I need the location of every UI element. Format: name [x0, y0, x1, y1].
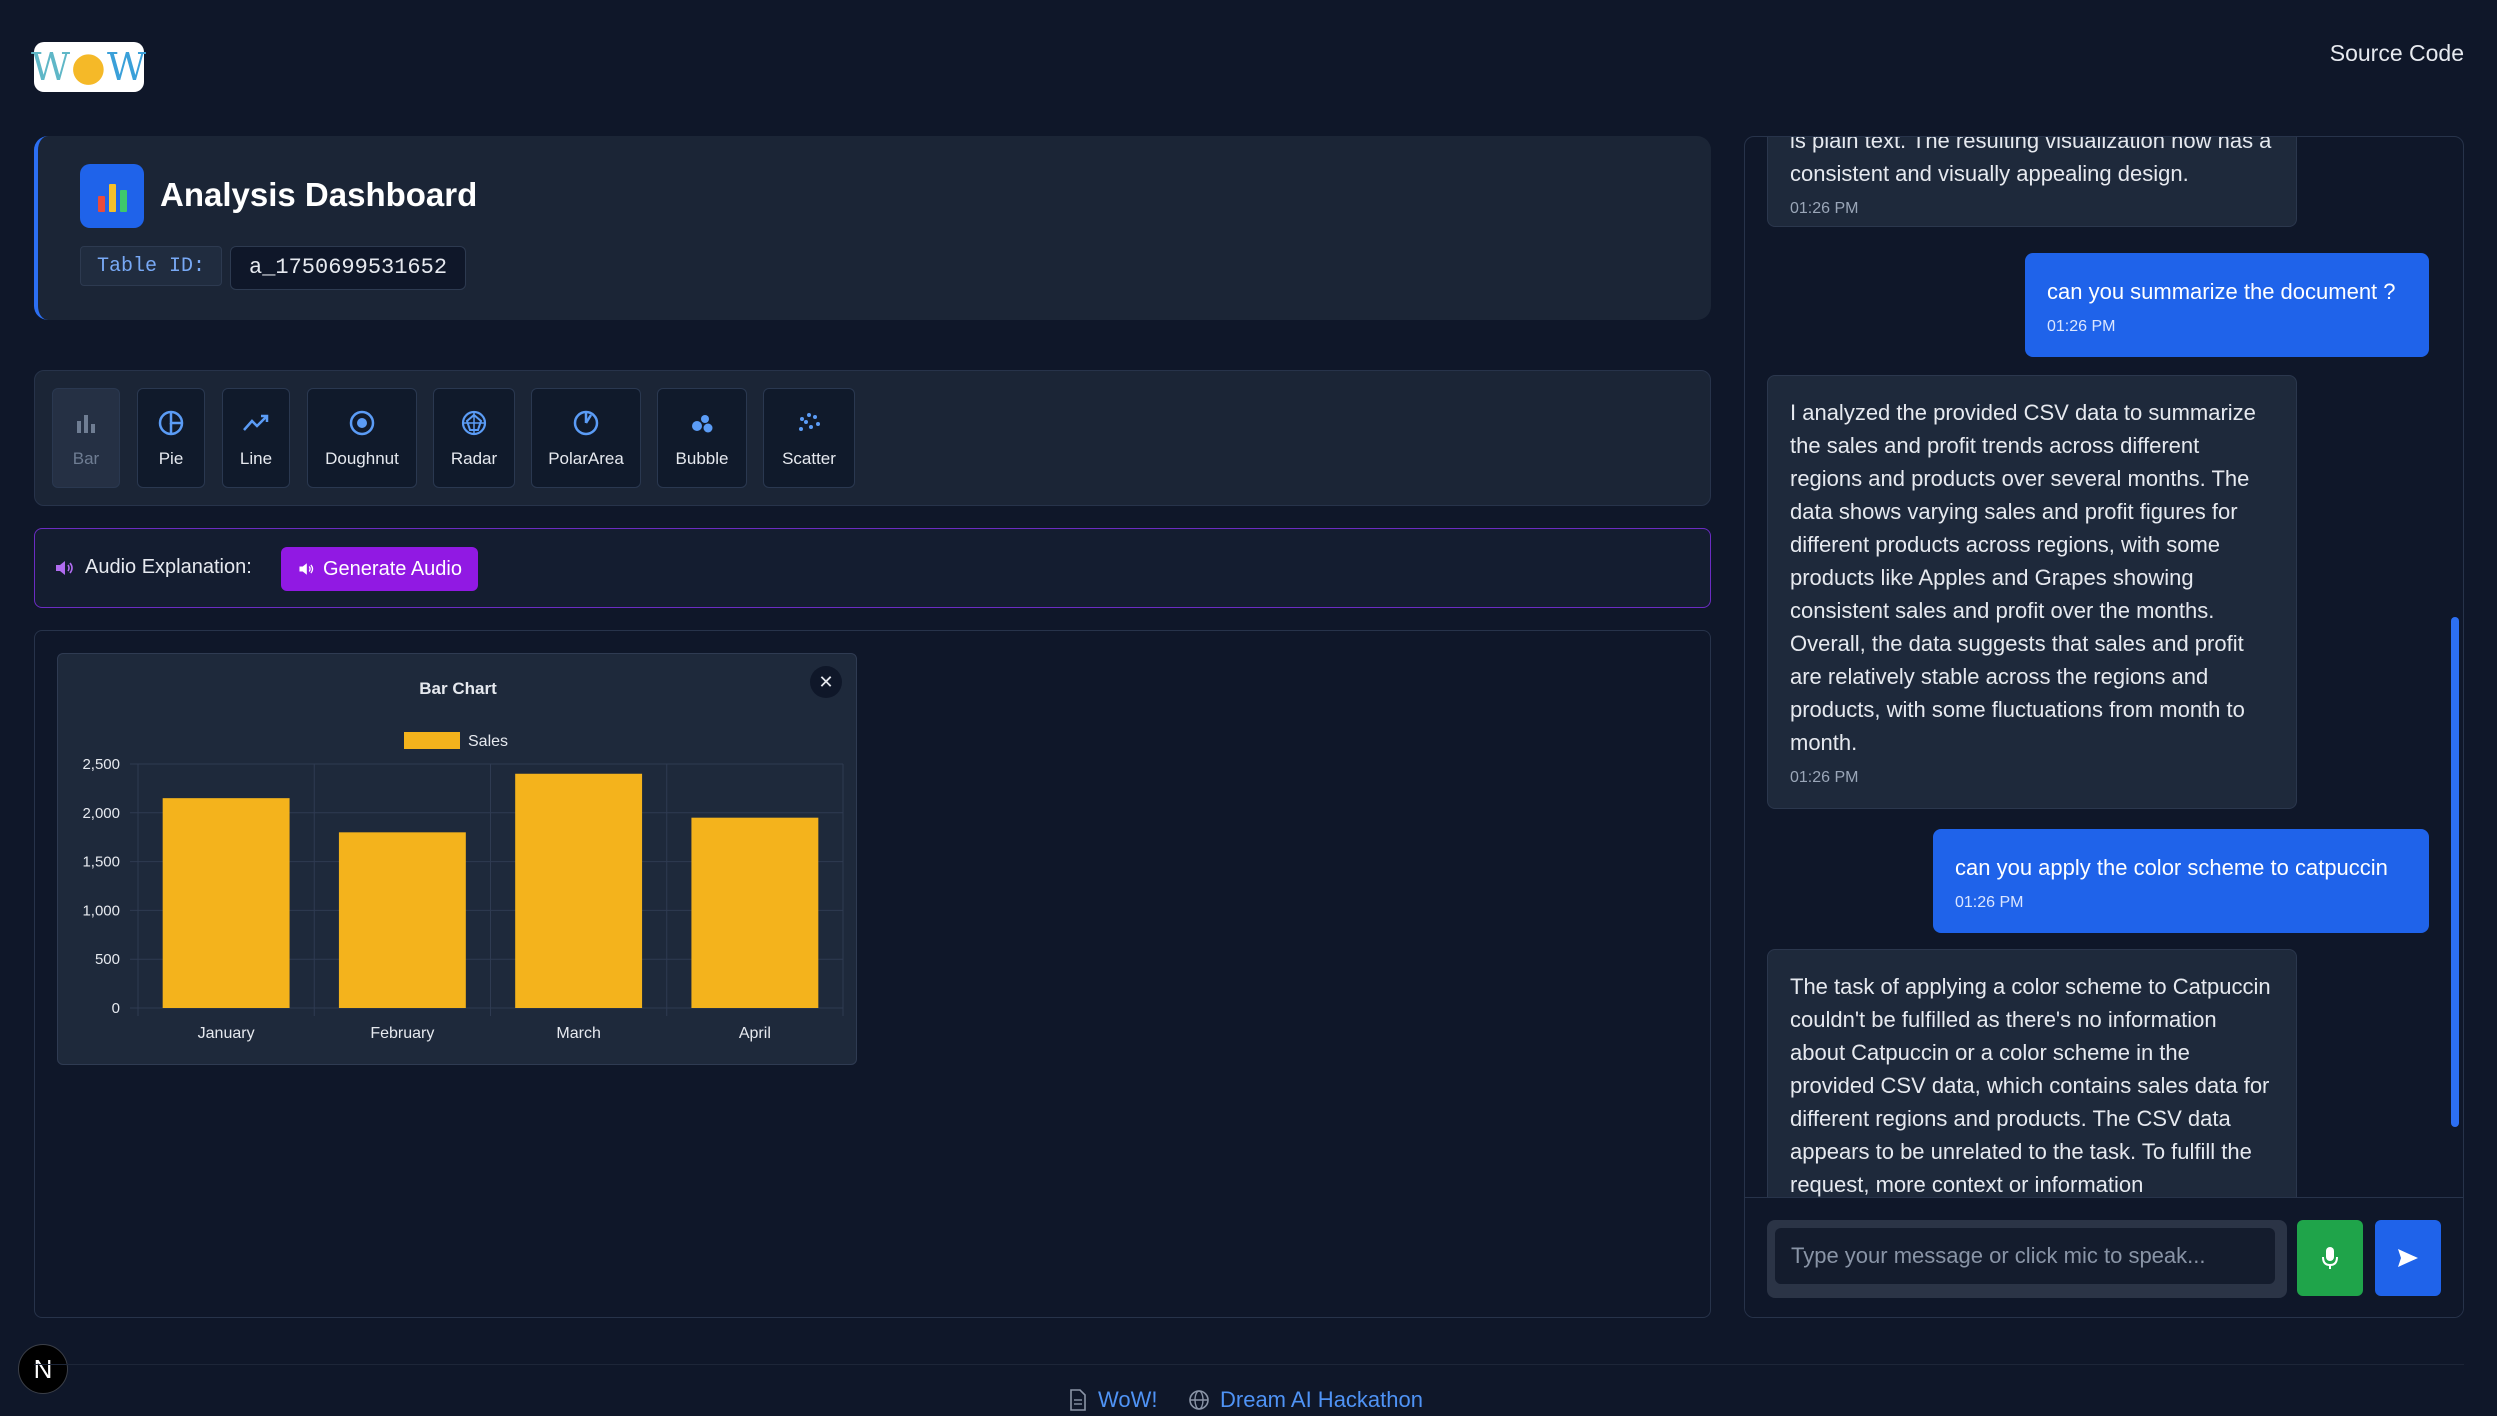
chart-title: Bar Chart [419, 679, 497, 698]
table-id-value: a_1750699531652 [230, 246, 467, 290]
generate-audio-label: Generate Audio [323, 557, 462, 580]
message-text: The task of applying a color scheme to C… [1790, 974, 2271, 1197]
message-text: I analyzed the provided CSV data to summ… [1790, 400, 2256, 755]
send-icon [2398, 1249, 2418, 1267]
chat-message-input[interactable] [1775, 1228, 2275, 1284]
footer-link-wow[interactable]: WoW! [1068, 1387, 1157, 1413]
bar-january[interactable] [162, 798, 290, 1008]
message-text: can you summarize the document ? [2047, 279, 2396, 304]
chart-type-bubble-button[interactable]: Bubble [657, 388, 747, 488]
chat-panel: is plain text. The resulting visualizati… [1744, 136, 2464, 1318]
dashboard-header-card: Analysis Dashboard Table ID: a_175069953… [34, 136, 1711, 320]
y-tick-label: 2,500 [82, 756, 120, 773]
message-time: 01:26 PM [2047, 318, 2116, 335]
close-icon: ✕ [818, 671, 834, 692]
bar-chart-icon [77, 415, 95, 433]
message-text: is plain text. The resulting visualizati… [1790, 137, 2272, 186]
page-title: Analysis Dashboard [160, 176, 478, 213]
chart-type-pie-button[interactable]: Pie [137, 388, 205, 488]
message-time: 01:26 PM [1790, 200, 1859, 217]
radar-icon [461, 410, 487, 436]
y-tick-label: 500 [95, 951, 120, 968]
chart-type-label: PolarArea [548, 449, 624, 468]
audio-label-text: Audio Explanation: [85, 556, 252, 578]
bar-april[interactable] [691, 817, 819, 1008]
bar-chart-card: Bar Chart Sales 0 500 1,000 1,500 2,000 2,500… [57, 653, 857, 1065]
message-text: can you apply the color scheme to catpuc… [1955, 855, 2388, 880]
chat-message-user: can you apply the color scheme to catpuc… [1933, 829, 2429, 933]
y-tick-label: 2,000 [82, 805, 120, 822]
chart-type-line-button[interactable]: Line [222, 388, 290, 488]
speaker-icon [56, 560, 73, 575]
footer-link-label: Dream AI Hackathon [1220, 1387, 1423, 1412]
chat-input-wrapper [1767, 1220, 2287, 1298]
x-tick-label: February [370, 1025, 434, 1042]
y-tick-label: 1,500 [82, 854, 120, 871]
chart-type-doughnut-button[interactable]: Doughnut [307, 388, 417, 488]
app-logo[interactable]: W ● W [31, 42, 146, 92]
bar-february[interactable] [338, 832, 466, 1008]
scatter-icon [799, 413, 820, 431]
table-id-label: Table ID: [80, 246, 223, 286]
chat-input-bar [1745, 1197, 2463, 1317]
chart-type-polar-area-button[interactable]: PolarArea [531, 388, 641, 488]
speaker-icon [299, 563, 314, 575]
chart-type-label: Doughnut [325, 449, 399, 468]
y-tick-label: 0 [112, 1000, 120, 1017]
audio-explanation-bar: Audio Explanation: Generate Audio [34, 528, 1711, 608]
footer: WoW! Dream AI Hackathon [34, 1364, 2464, 1416]
bar-chart-emoji-icon [80, 164, 144, 228]
chat-messages: is plain text. The resulting visualizati… [1745, 137, 2463, 1197]
bar-chart-svg: Bar Chart Sales 0 500 1,000 1,500 2,000 2,500… [82, 679, 844, 1042]
chart-type-radar-button[interactable]: Radar [433, 388, 515, 488]
footer-link-label: WoW! [1098, 1387, 1158, 1412]
chat-message-bot: is plain text. The resulting visualizati… [1767, 137, 2297, 227]
chat-message-bot: The task of applying a color scheme to C… [1767, 949, 2297, 1197]
audio-explanation-label: Audio Explanation: [53, 556, 252, 579]
message-time: 01:26 PM [1790, 769, 1859, 786]
chart-type-label: Line [239, 449, 273, 468]
y-tick-label: 1,000 [82, 902, 120, 919]
close-chart-button[interactable]: ✕ [810, 666, 842, 698]
document-icon [1070, 1389, 1086, 1411]
source-code-link[interactable]: Source Code [2330, 40, 2464, 67]
chart-area: Bar Chart Sales 0 500 1,000 1,500 2,000 2,500… [34, 630, 1711, 1318]
trend-line-icon [243, 414, 269, 431]
legend-swatch-sales[interactable] [404, 732, 460, 749]
legend-label-sales: Sales [468, 733, 508, 750]
bubble-icon [692, 415, 713, 433]
doughnut-icon [349, 410, 375, 436]
x-tick-label: April [739, 1025, 771, 1042]
chart-type-label: Bar [72, 449, 100, 468]
chart-type-bar-button[interactable]: Bar [52, 388, 120, 488]
chart-type-toolbar: Bar Pie Line Doughnut Radar PolarArea Bu… [34, 370, 1711, 506]
chart-type-label: Pie [158, 449, 184, 468]
globe-icon [1189, 1390, 1209, 1410]
chat-message-bot: I analyzed the provided CSV data to summ… [1767, 375, 2297, 809]
x-tick-label: March [556, 1025, 600, 1042]
chart-type-label: Bubble [675, 449, 729, 468]
send-button[interactable] [2375, 1220, 2441, 1296]
generate-audio-button[interactable]: Generate Audio [281, 547, 478, 591]
chart-type-scatter-button[interactable]: Scatter [763, 388, 855, 488]
microphone-icon [2322, 1247, 2338, 1269]
footer-link-dream-ai-hackathon[interactable]: Dream AI Hackathon [1188, 1387, 1423, 1413]
pie-chart-icon [158, 410, 184, 436]
chart-type-label: Radar [450, 449, 498, 468]
chart-type-label: Scatter [782, 449, 836, 468]
x-tick-label: January [198, 1025, 255, 1042]
message-time: 01:26 PM [1955, 894, 2024, 911]
chat-scrollbar[interactable] [2451, 617, 2459, 1127]
mic-button[interactable] [2297, 1220, 2363, 1296]
chat-message-user: can you summarize the document ? 01:26 P… [2025, 253, 2429, 357]
bar-march[interactable] [515, 773, 643, 1008]
polar-area-icon [573, 410, 599, 436]
